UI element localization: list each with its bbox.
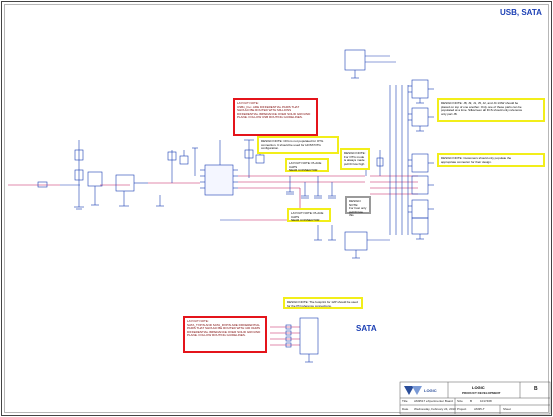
- layout-note-usb: LAYOUT NOTE: USBn_D+/- ARE DIFFERENTIAL …: [233, 98, 318, 136]
- title-block-size-label: Size: [457, 399, 463, 403]
- title-block-title-label: Title: [402, 399, 408, 403]
- title-block-title: AM3517 eXperimenter Board: [414, 399, 453, 403]
- title-block-project-label: Project: [457, 407, 467, 411]
- sheet-border-inner: [4, 4, 549, 413]
- layout-note-place-caps-conn: LAYOUT NOTE: PLACE CAPS NEAR CONNECTOR: [287, 208, 331, 222]
- logic-logo: [404, 386, 422, 395]
- schematic-sheet: [1, 1, 552, 416]
- design-note-sata: DESIGN NOTE: The footprint for 12P shoul…: [283, 297, 363, 309]
- usb-input-circuit: [8, 140, 200, 210]
- sheet-title: USB, SATA: [500, 8, 542, 17]
- title-block-doc-number: 1017468: [480, 399, 492, 403]
- title-block-project: AM35-T: [474, 407, 485, 411]
- sata-circuit: [270, 317, 319, 363]
- layout-note-place-caps-host: LAYOUT NOTE: PLACE CAPS NEAR CONNECTOR: [285, 158, 329, 172]
- title-block-department: PRODUCT DEVELOPMENT: [462, 391, 501, 395]
- sheet-border-outer: [1, 1, 552, 416]
- layout-note-sata: LAYOUT NOTE: SATA_TXP/N AND SATA_RXP/N A…: [183, 316, 267, 353]
- usb-phy-ic: [200, 139, 265, 196]
- design-note-pull: DESIGN NOTE: For host only pull ID low t…: [345, 196, 371, 217]
- title-block-company: LOGIC: [472, 385, 485, 390]
- design-note-cfg: DESIGN NOTE: CFG is not populated for OT…: [257, 136, 339, 154]
- title-block-size: B: [470, 399, 473, 403]
- title-block-date: Wednesday, February 24, 2010: [414, 407, 456, 411]
- design-note-jumpers: DESIGN NOTE: J8, J9, J1, J5, J2, and J4 …: [437, 98, 545, 122]
- sata-section-label: SATA: [356, 324, 377, 333]
- title-block-sheet-label: Sheet: [503, 407, 511, 411]
- title-block-rev: B: [534, 386, 538, 392]
- design-note-customer: DESIGN NOTE: Customers should only popul…: [437, 153, 545, 167]
- title-block-date-label: Date: [402, 407, 409, 411]
- design-note-otg: DESIGN NOTE: For OTG mode is always made…: [340, 148, 370, 170]
- title-block-logo-text: LOGIC: [424, 388, 437, 393]
